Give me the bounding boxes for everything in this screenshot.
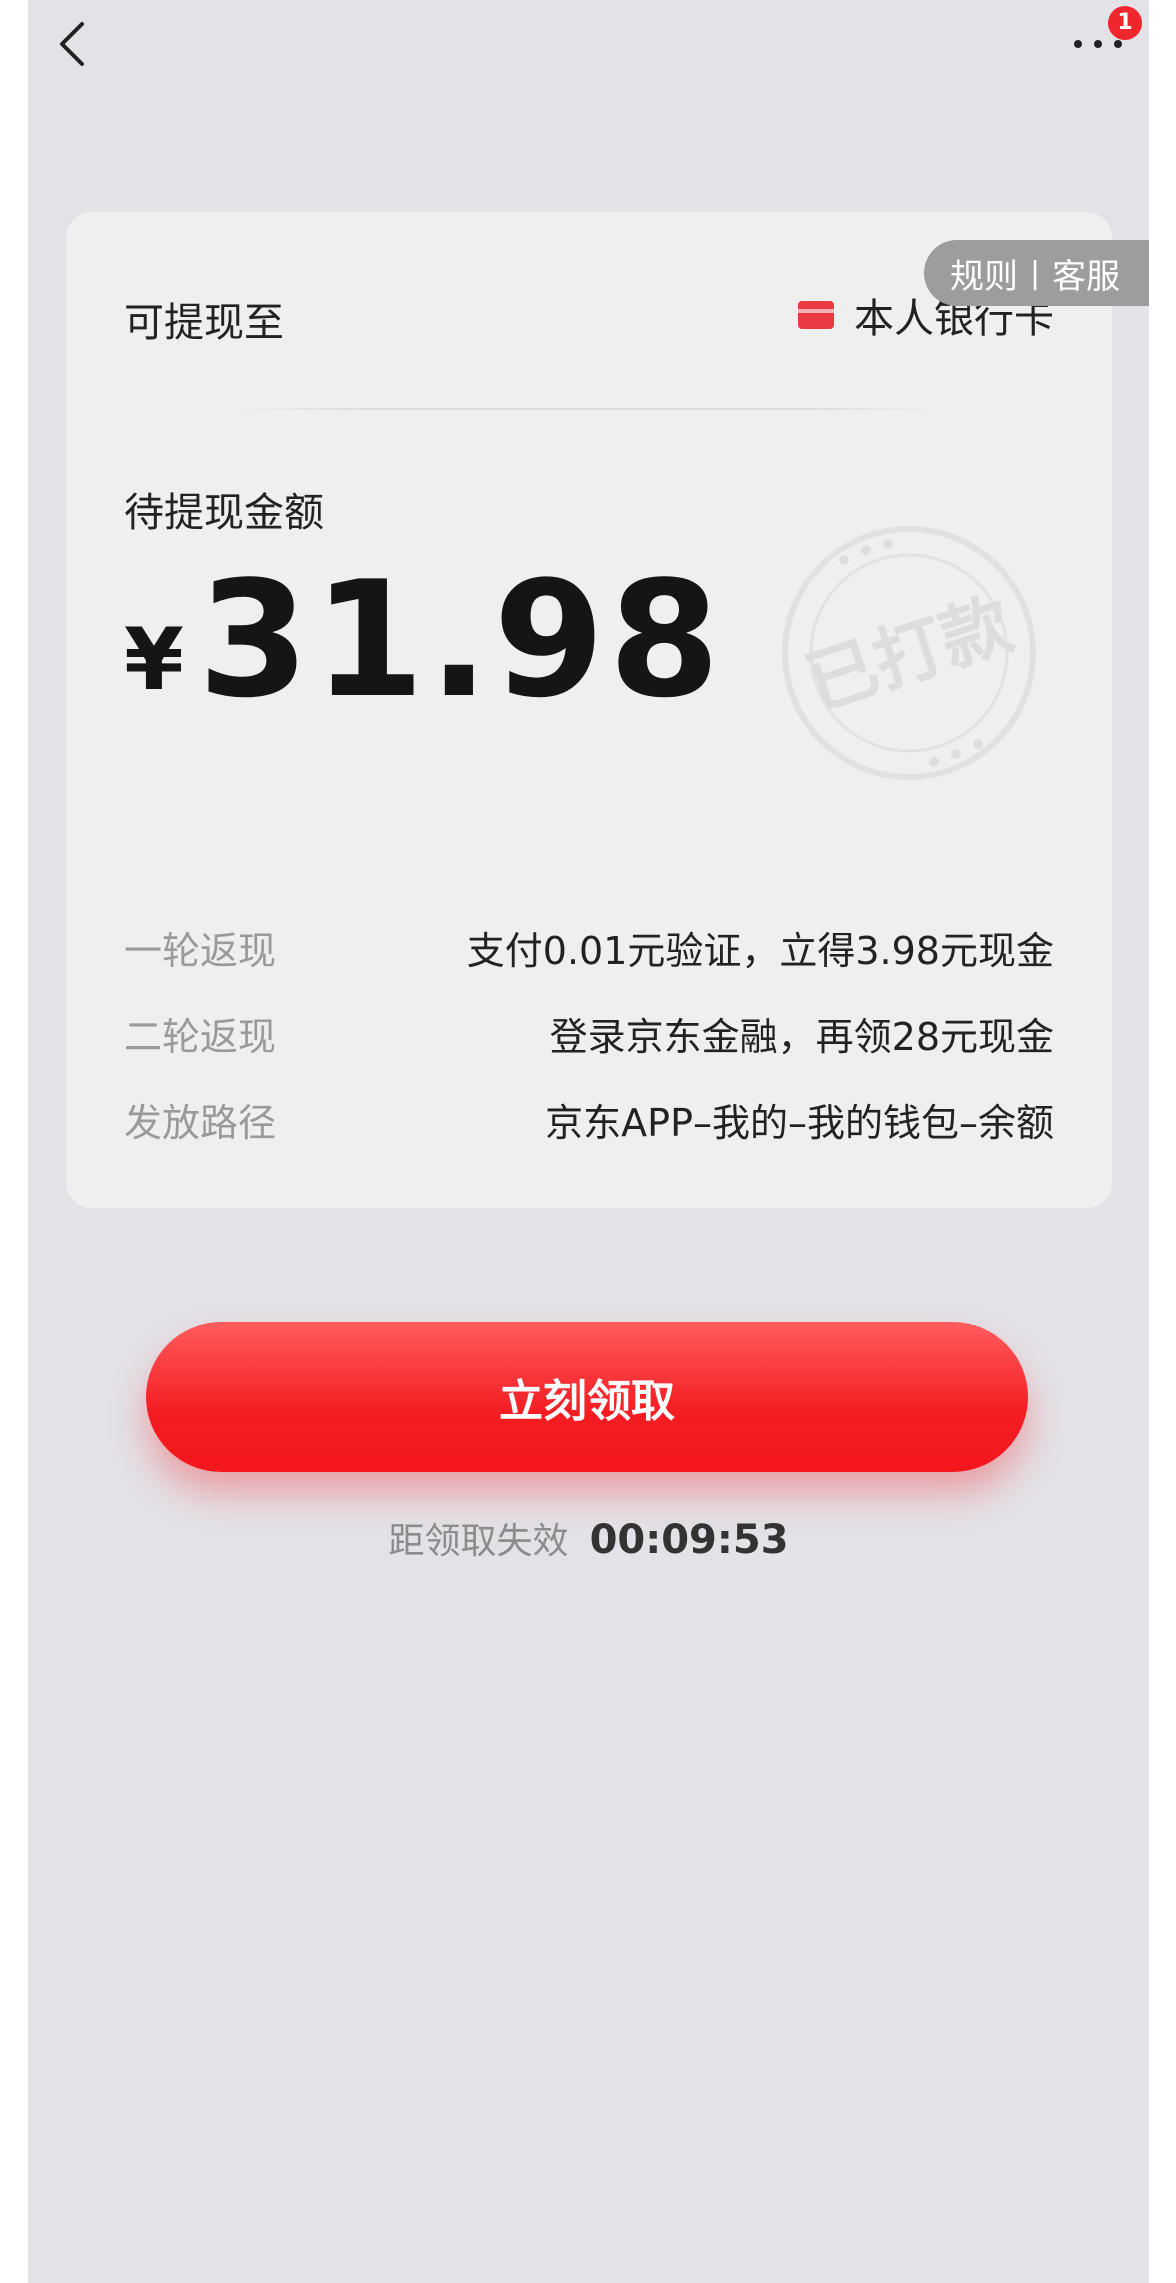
ellipsis-icon: [1074, 40, 1122, 52]
chevron-left-icon: [60, 22, 84, 66]
info-label: 二轮返现: [124, 1015, 277, 1059]
pending-amount: ¥ 31.98: [124, 560, 724, 720]
screen: 1 可提现至 本人银行卡 待提现金额 ¥ 31.98 已打款 一轮返现 支付0.…: [28, 0, 1149, 2283]
bank-card-icon: [798, 301, 834, 329]
divider: [226, 408, 946, 410]
info-row-payout-path: 发放路径 京东APP–我的–我的钱包–余额: [124, 1092, 1054, 1145]
info-row-first-cashback: 一轮返现 支付0.01元验证，立得3.98元现金: [124, 920, 1054, 973]
customer-service-link[interactable]: 客服: [1052, 249, 1120, 298]
info-label: 一轮返现: [124, 929, 277, 973]
info-value: 京东APP–我的–我的钱包–余额: [545, 1101, 1054, 1145]
back-button[interactable]: [28, 0, 148, 90]
info-row-second-cashback: 二轮返现 登录京东金融，再领28元现金: [124, 1006, 1054, 1059]
withdraw-to-label: 可提现至: [124, 300, 284, 346]
countdown: 距领取失效 00:09:53: [28, 1512, 1149, 1568]
stamp-text: 已打款: [797, 583, 1022, 726]
info-value: 支付0.01元验证，立得3.98元现金: [466, 929, 1054, 973]
pill-separator: |: [1030, 255, 1041, 291]
countdown-time: 00:09:53: [589, 1517, 789, 1563]
pending-amount-label: 待提现金额: [124, 490, 324, 536]
countdown-label: 距领取失效: [388, 1521, 569, 1562]
claim-now-button[interactable]: 立刻领取: [146, 1322, 1028, 1472]
info-value: 登录京东金融，再领28元现金: [549, 1015, 1054, 1059]
info-label: 发放路径: [124, 1101, 277, 1145]
notification-badge: 1: [1108, 6, 1142, 40]
more-button[interactable]: 1: [1058, 6, 1148, 90]
rules-service-pill: 规则 | 客服: [924, 240, 1149, 306]
withdraw-target-row: 可提现至 本人银行卡: [124, 290, 1054, 346]
rules-link[interactable]: 规则: [950, 249, 1018, 298]
withdraw-card: 可提现至 本人银行卡 待提现金额 ¥ 31.98 已打款 一轮返现 支付0.01…: [66, 212, 1112, 1208]
amount-value: 31.98: [197, 546, 724, 733]
paid-stamp-icon: 已打款: [782, 526, 1036, 780]
currency-symbol: ¥: [124, 610, 184, 710]
